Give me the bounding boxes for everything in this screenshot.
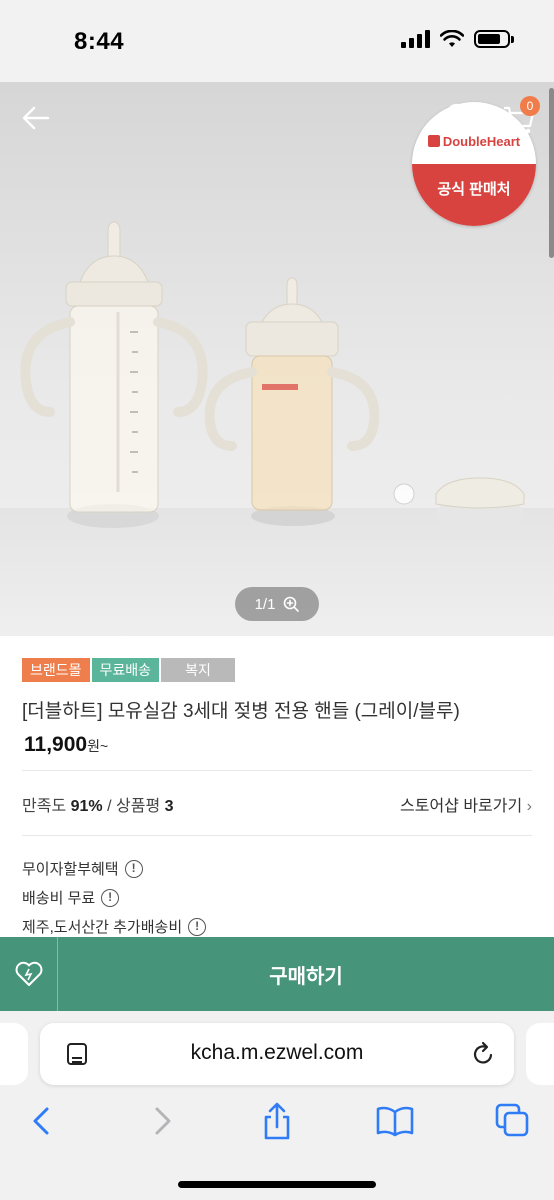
review-count: 3: [164, 798, 174, 815]
benefit-extra-shipping[interactable]: 제주,도서산간 추가배송비 !: [22, 916, 207, 937]
tag-brand-mall: 브랜드몰: [22, 658, 90, 682]
previous-tab-peek[interactable]: [0, 1023, 28, 1085]
product-image-gallery[interactable]: DoubleHeart 공식 판매처 0 1/1: [0, 82, 554, 636]
heart-icon: [15, 961, 43, 986]
buy-button[interactable]: 구매하기: [58, 937, 554, 1011]
cart-count-badge: 0: [520, 96, 540, 116]
scrollbar[interactable]: [549, 88, 554, 258]
benefit-free-shipping[interactable]: 배송비 무료 !: [22, 887, 120, 908]
satisfaction-label: 만족도: [22, 798, 67, 815]
status-icons: [401, 30, 514, 48]
forward-icon[interactable]: [142, 1101, 182, 1141]
tabs-icon[interactable]: [493, 1101, 533, 1141]
browser-chrome: kcha.m.ezwel.com: [0, 1011, 554, 1200]
benefit-label: 배송비 무료: [22, 890, 96, 907]
product-tags: 브랜드몰 무료배송 복지: [22, 658, 235, 682]
rating-summary[interactable]: 만족도 91% / 상품평 3: [22, 792, 174, 816]
satisfaction-value: 91%: [70, 798, 103, 815]
share-icon[interactable]: [257, 1101, 297, 1141]
info-icon[interactable]: !: [101, 888, 120, 907]
image-counter-text: 1/1: [254, 595, 276, 613]
zoom-in-icon: [284, 596, 300, 612]
badge-label: 공식 판매처: [437, 181, 511, 198]
price: 11,900: [24, 733, 88, 756]
price-unit: 원~: [87, 738, 109, 754]
wishlist-button[interactable]: [0, 937, 58, 1011]
tag-free-shipping: 무료배송: [91, 658, 160, 682]
status-time: 8:44: [74, 28, 125, 55]
product-title: [더블하트] 모유실감 3세대 젖병 전용 핸들 (그레이/블루): [22, 701, 460, 722]
info-icon[interactable]: !: [188, 917, 207, 936]
info-icon[interactable]: !: [124, 859, 143, 878]
divider: [22, 835, 532, 836]
benefit-label: 무이자할부혜택: [22, 861, 119, 878]
benefit-interest-free[interactable]: 무이자할부혜택 !: [22, 858, 143, 879]
chevron-right-icon: ›: [526, 798, 532, 815]
store-shop-link[interactable]: 스토어샵 바로가기 ›: [400, 792, 532, 816]
badge-brand: DoubleHeart: [412, 134, 536, 149]
price-line: 11,900 원~: [24, 733, 108, 757]
back-arrow-icon[interactable]: [20, 102, 52, 134]
next-tab-peek[interactable]: [526, 1023, 554, 1085]
reload-icon[interactable]: [470, 1041, 496, 1067]
home-indicator[interactable]: [178, 1181, 376, 1188]
divider: [22, 770, 532, 771]
store-link-label: 스토어샵 바로가기: [400, 798, 523, 815]
review-label: / 상품평: [107, 798, 161, 815]
battery-icon: [474, 30, 514, 48]
address-bar[interactable]: kcha.m.ezwel.com: [40, 1023, 514, 1085]
bookmarks-icon[interactable]: [375, 1101, 415, 1141]
back-icon[interactable]: [22, 1101, 62, 1141]
tag-welfare: 복지: [161, 658, 235, 682]
buy-bar: 구매하기: [0, 937, 554, 1011]
browser-toolbar: [0, 1101, 554, 1145]
search-icon[interactable]: [444, 102, 476, 134]
status-bar: 8:44: [0, 0, 554, 82]
cellular-signal-icon: [401, 30, 430, 48]
benefit-label: 제주,도서산간 추가배송비: [22, 919, 183, 936]
url-text: kcha.m.ezwel.com: [190, 1041, 364, 1064]
image-counter[interactable]: 1/1: [235, 587, 319, 621]
wifi-icon: [440, 30, 464, 47]
